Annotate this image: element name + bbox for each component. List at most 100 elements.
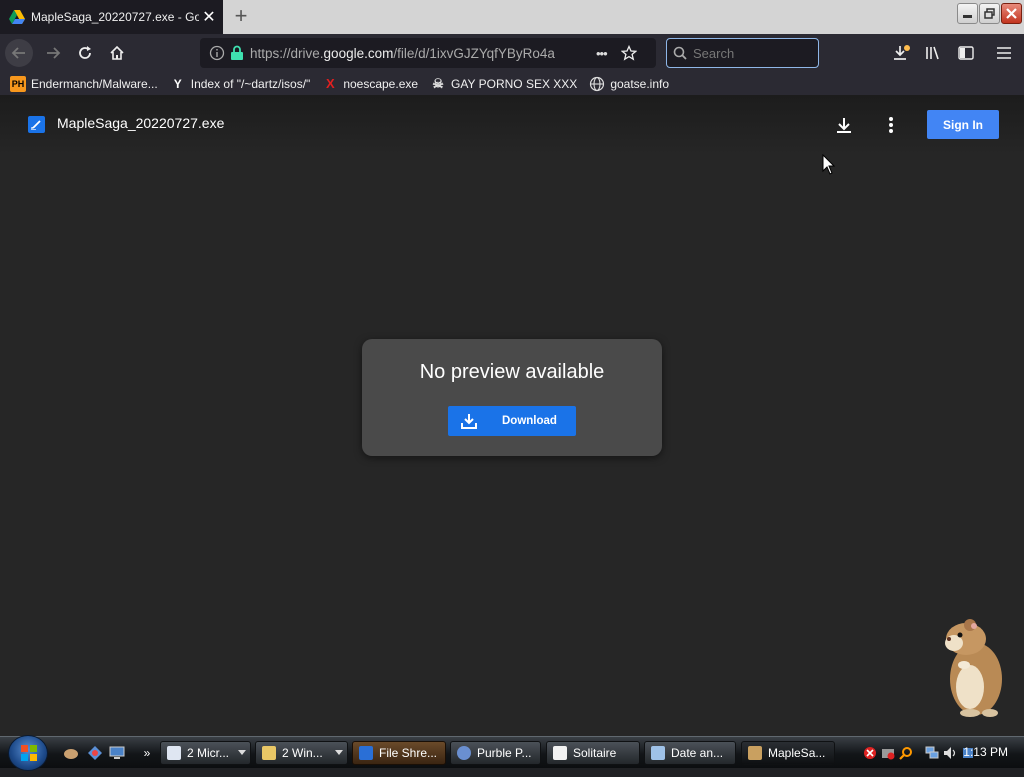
mouse-cursor-icon [822, 154, 836, 175]
quicklaunch-shield-icon[interactable] [86, 745, 104, 761]
skull-icon: ☠ [432, 75, 444, 91]
bookmark-label: noescape.exe [343, 76, 419, 91]
forward-button[interactable] [39, 39, 67, 67]
library-icon [926, 46, 939, 60]
folder-icon [262, 746, 276, 760]
purble-eyes-icon [457, 746, 471, 760]
shredder-icon [359, 746, 373, 760]
bookmark-item[interactable]: X noescape.exe [322, 76, 418, 92]
sidebar-icon [958, 46, 974, 60]
arrow-left-icon [11, 47, 25, 59]
download-icon [894, 45, 910, 60]
header-download-button[interactable] [831, 112, 857, 138]
back-button[interactable] [5, 39, 33, 67]
bookmark-item[interactable]: PH Endermanch/Malware... [10, 75, 158, 92]
drive-preview-page: MapleSaga_20220727.exe Sign In No previe… [0, 95, 1024, 736]
download-icon [837, 118, 851, 133]
address-bar[interactable]: https://drive.google.com/file/d/1ixvGJZY… [200, 38, 656, 68]
exe-file-icon [28, 116, 45, 133]
pornhub-favicon-icon: PH [10, 75, 26, 92]
minimize-button[interactable] [957, 3, 978, 24]
tab-title: MapleSaga_20220727.exe - Goo [31, 10, 199, 24]
bookmark-item[interactable]: ☠ GAY PORNO SEX XXX [430, 76, 577, 92]
playing-card-icon [553, 746, 567, 760]
windows-taskbar: » 2 Micr... 2 Win... File Shre... Purble… [0, 735, 1024, 771]
more-options-button[interactable] [879, 112, 903, 138]
taskbar-solitaire[interactable]: Solitaire [546, 741, 640, 765]
vertical-dots-icon [889, 117, 893, 133]
preview-header: MapleSaga_20220727.exe Sign In [0, 95, 1024, 155]
tray-volume-icon[interactable] [942, 745, 958, 761]
search-icon [673, 46, 687, 60]
download-icon [461, 414, 477, 429]
bookmark-label: goatse.info [610, 76, 670, 91]
quicklaunch-desktop-icon[interactable] [108, 745, 126, 761]
search-input[interactable] [693, 45, 803, 61]
hamburger-menu-icon [997, 47, 1011, 59]
globe-icon [590, 76, 605, 91]
bookmarks-toolbar: PH Endermanch/Malware... Y Index of "/~d… [0, 72, 1024, 95]
search-box[interactable] [666, 38, 819, 68]
new-tab-button[interactable]: + [228, 4, 254, 30]
chevron-down-icon [238, 750, 246, 755]
url-text: https://drive.google.com/file/d/1ixvGJZY… [250, 45, 555, 61]
info-icon[interactable] [209, 45, 225, 61]
x-favicon-icon: X [325, 76, 335, 91]
menu-button[interactable] [990, 39, 1018, 67]
bookmark-item[interactable]: Y Index of "/~dartz/isos/" [170, 76, 311, 92]
downloads-button[interactable] [888, 39, 916, 67]
taskbar-maplesaga[interactable]: MapleSa... [741, 741, 835, 765]
home-button[interactable] [103, 39, 131, 67]
windows-logo-icon [21, 745, 37, 761]
hamster-desktop-pet-icon[interactable] [940, 617, 1010, 719]
start-button[interactable] [8, 735, 48, 771]
hamster-icon [748, 746, 762, 760]
library-button[interactable] [920, 39, 948, 67]
tray-search-icon[interactable] [898, 745, 914, 761]
tray-network-warning-icon[interactable] [880, 745, 896, 761]
tray-security-alert-icon[interactable] [862, 745, 878, 761]
bookmark-item[interactable]: goatse.info [589, 76, 669, 92]
taskbar-group-word[interactable]: 2 Micr... [160, 741, 251, 765]
taskbar-date-and-time[interactable]: Date an... [644, 741, 736, 765]
browser-tab[interactable]: MapleSaga_20220727.exe - Goo ✕ [0, 0, 223, 34]
file-name: MapleSaga_20220727.exe [57, 115, 225, 131]
home-icon [110, 45, 124, 60]
close-window-button[interactable] [1001, 3, 1022, 24]
tray-network-icon[interactable] [924, 745, 940, 761]
sign-in-button[interactable]: Sign In [927, 110, 999, 139]
bookmark-label: Index of "/~dartz/isos/" [190, 76, 311, 91]
close-icon [1006, 8, 1017, 19]
reload-icon [79, 46, 91, 59]
quicklaunch-overflow-icon[interactable]: » [138, 745, 156, 761]
google-drive-icon [9, 10, 25, 24]
chevron-down-icon [335, 750, 343, 755]
bookmark-label: GAY PORNO SEX XXX [451, 76, 578, 91]
taskbar-file-shredder[interactable]: File Shre... [352, 741, 446, 765]
taskbar-group-explorer[interactable]: 2 Win... [255, 741, 348, 765]
document-icon [167, 746, 181, 760]
yc-favicon-icon: Y [173, 76, 182, 91]
bookmark-star-icon[interactable] [620, 45, 637, 61]
tab-strip: MapleSaga_20220727.exe - Goo ✕ + [0, 0, 1024, 34]
restore-icon [984, 8, 995, 19]
navigation-toolbar: https://drive.google.com/file/d/1ixvGJZY… [0, 34, 1024, 72]
no-preview-message: No preview available [419, 361, 605, 383]
no-preview-card: No preview available Download [362, 339, 662, 456]
bookmark-label: Endermanch/Malware... [31, 76, 158, 91]
reload-button[interactable] [71, 39, 99, 67]
window-controls [957, 3, 1022, 24]
sidebar-button[interactable] [952, 39, 980, 67]
download-label: Download [502, 415, 557, 427]
download-button[interactable]: Download [448, 406, 576, 436]
arrow-right-icon [47, 47, 61, 59]
taskbar-clock[interactable]: 1:13 PM [963, 745, 1008, 759]
clock-calendar-icon [651, 746, 665, 760]
tab-close-icon[interactable]: ✕ [199, 7, 219, 27]
taskbar-purble-place[interactable]: Purble P... [450, 741, 541, 765]
restore-button[interactable] [979, 3, 1000, 24]
quicklaunch-hamster-icon[interactable] [62, 745, 80, 761]
minimize-icon [963, 15, 972, 18]
lock-icon [231, 45, 243, 60]
page-actions-icon[interactable]: ••• [596, 46, 608, 61]
